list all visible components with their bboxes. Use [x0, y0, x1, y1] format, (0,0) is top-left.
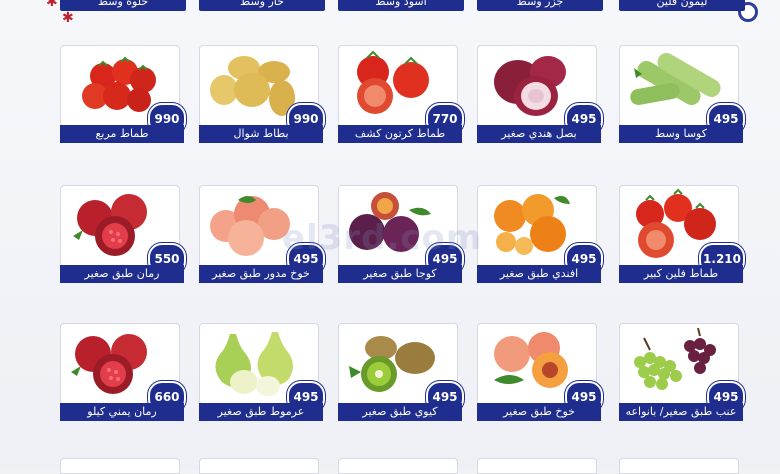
- product-card[interactable]: 495 كوسا وسط: [619, 45, 745, 145]
- top-product-label[interactable]: خار وسط: [199, 0, 325, 11]
- product-card[interactable]: 550 رمان طبق صغير: [60, 185, 186, 285]
- product-card-peek[interactable]: [60, 458, 180, 474]
- star-ornament-icon: ✱: [62, 10, 74, 26]
- product-card[interactable]: 495 خوخ مدور طبق صغير: [199, 185, 325, 285]
- product-name: رمان طبق صغير: [60, 265, 184, 283]
- product-card[interactable]: 770 طماط كرتون كشف: [338, 45, 464, 145]
- product-name: عنب طبق صغير/ بانواعه: [619, 403, 743, 421]
- product-name: كيوي طبق صغير: [338, 403, 462, 421]
- top-product-label[interactable]: حلوة وسط: [60, 0, 186, 11]
- product-name: بطاط شوال: [199, 125, 323, 143]
- product-card[interactable]: 990 طماط مربع: [60, 45, 186, 145]
- product-card[interactable]: 495 بصل هندي صغير: [477, 45, 603, 145]
- product-name: كوسا وسط: [619, 125, 743, 143]
- product-name: طماط كرتون كشف: [338, 125, 462, 143]
- top-product-label[interactable]: جزر وسط: [477, 0, 603, 11]
- product-card[interactable]: 495 عرموط طبق صغير: [199, 323, 325, 423]
- top-product-label[interactable]: ليمون فلين: [619, 0, 745, 11]
- product-card[interactable]: 495 كوجا طبق صغير: [338, 185, 464, 285]
- product-card-peek[interactable]: [338, 458, 458, 474]
- product-name: خوخ طبق صغير: [477, 403, 601, 421]
- product-catalog-page: ✱ ✱ حلوة وسط خار وسط اسود وسط جزر وسط لي…: [0, 0, 780, 474]
- product-name: طماط مربع: [60, 125, 184, 143]
- product-name: خوخ مدور طبق صغير: [199, 265, 323, 283]
- star-ornament-icon: ✱: [46, 0, 58, 10]
- product-card-peek[interactable]: [199, 458, 319, 474]
- product-card[interactable]: 495 خوخ طبق صغير: [477, 323, 603, 423]
- product-name: بصل هندي صغير: [477, 125, 601, 143]
- product-card[interactable]: 660 رمان يمني كيلو: [60, 323, 186, 423]
- product-name: طماط فلين كبير: [619, 265, 743, 283]
- product-card[interactable]: 990 بطاط شوال: [199, 45, 325, 145]
- product-card[interactable]: 495 كيوي طبق صغير: [338, 323, 464, 423]
- product-name: عرموط طبق صغير: [199, 403, 323, 421]
- product-card[interactable]: 495 عنب طبق صغير/ بانواعه: [619, 323, 745, 423]
- product-name: كوجا طبق صغير: [338, 265, 462, 283]
- product-card[interactable]: 495 افندي طبق صغير: [477, 185, 603, 285]
- product-card[interactable]: 1.210 طماط فلين كبير: [619, 185, 745, 285]
- product-name: افندي طبق صغير: [477, 265, 601, 283]
- top-product-label[interactable]: اسود وسط: [338, 0, 464, 11]
- product-card-peek[interactable]: [619, 458, 739, 474]
- product-card-peek[interactable]: [477, 458, 597, 474]
- product-name: رمان يمني كيلو: [60, 403, 184, 421]
